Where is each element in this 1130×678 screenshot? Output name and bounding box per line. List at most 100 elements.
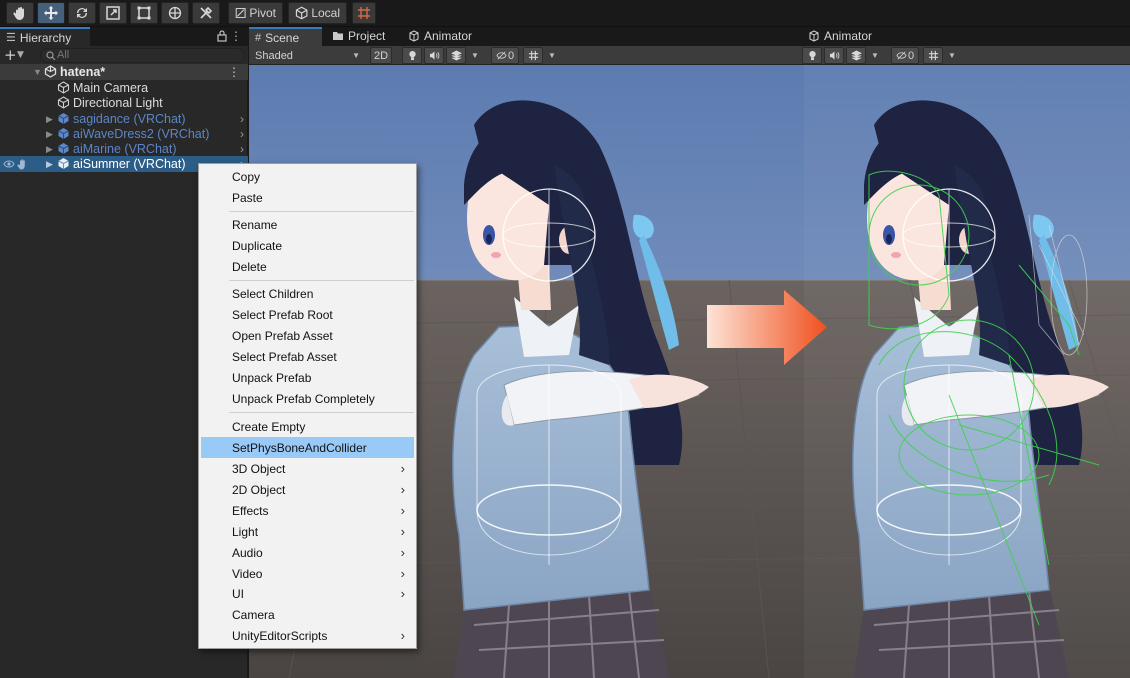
2d-label: 2D (373, 49, 389, 62)
lighting-toggle[interactable] (402, 47, 422, 64)
tab-project[interactable]: Project (326, 27, 394, 45)
chevron-right-icon[interactable]: › (240, 127, 244, 141)
pickable-hand-icon[interactable] (17, 158, 28, 170)
effects-dropdown[interactable]: ▼ (468, 47, 482, 64)
menu-item-label: Paste (232, 190, 263, 205)
menu-item-label: Select Prefab Asset (232, 349, 337, 364)
expand-right-icon[interactable]: ▶ (46, 144, 53, 155)
list-item[interactable]: Main Camera (0, 80, 248, 96)
menu-item-3d-object[interactable]: 3D Object › (201, 458, 414, 479)
tab-project-label: Project (348, 29, 386, 43)
list-icon: ☰ (6, 32, 16, 44)
2d-toggle[interactable]: 2D (370, 47, 392, 64)
chevron-right-icon: › (400, 566, 405, 581)
menu-item-open-prefab-asset[interactable]: Open Prefab Asset (201, 325, 414, 346)
pivot-toggle[interactable]: Pivot (228, 2, 283, 24)
tab-animator[interactable]: Animator (402, 27, 482, 45)
audio-toggle[interactable] (424, 47, 444, 64)
menu-item-select-prefab-asset[interactable]: Select Prefab Asset (201, 346, 414, 367)
hierarchy-search-input[interactable]: All (40, 48, 245, 63)
menu-item-select-children[interactable]: Select Children (201, 283, 414, 304)
scale-icon (106, 6, 120, 20)
menu-item-select-prefab-root[interactable]: Select Prefab Root (201, 304, 414, 325)
shading-mode-dropdown[interactable]: Shaded ▼ (253, 47, 363, 64)
menu-item-rename[interactable]: Rename (201, 214, 414, 235)
hidden-objects-toggle[interactable]: 0 (891, 47, 919, 64)
expand-down-icon[interactable]: ▼ (33, 67, 42, 77)
menu-item-label: Duplicate (232, 238, 283, 253)
move-tool-button[interactable] (37, 2, 65, 24)
snap-grid-icon (358, 7, 370, 19)
menu-item-label: UnityEditorScripts (232, 628, 328, 643)
snap-grid-button[interactable] (352, 2, 376, 24)
tab-scene[interactable]: # Scene (249, 27, 322, 46)
menu-item-light[interactable]: Light › (201, 521, 414, 542)
menu-item-audio[interactable]: Audio › (201, 542, 414, 563)
list-item[interactable]: ▶ aiMarine (VRChat) › (0, 141, 248, 157)
list-item[interactable]: ▶ sagidance (VRChat) › (0, 111, 248, 127)
rotate-tool-button[interactable] (68, 2, 96, 24)
scene-toolbar: Shaded ▼ 2D ▼ 0 ▼ ▼ 0 ▼ (249, 46, 1130, 65)
chevron-right-icon[interactable]: › (240, 112, 244, 126)
transform-tool-button[interactable] (161, 2, 189, 24)
grid-icon (928, 50, 938, 61)
menu-separator (229, 412, 414, 413)
grid-toggle[interactable] (923, 47, 943, 64)
pivot-icon (235, 8, 246, 18)
scene-menu-icon[interactable]: ⋮ (228, 65, 240, 79)
grid-dropdown[interactable]: ▼ (545, 47, 559, 64)
menu-item-delete[interactable]: Delete (201, 256, 414, 277)
grid-toggle[interactable] (523, 47, 543, 64)
scale-tool-button[interactable] (99, 2, 127, 24)
chevron-right-icon: › (400, 503, 405, 518)
menu-item-video[interactable]: Video › (201, 563, 414, 584)
expand-right-icon[interactable]: ▶ (46, 159, 53, 170)
add-icon[interactable]: + (4, 47, 17, 63)
custom-tool-button[interactable] (192, 2, 220, 24)
eye-slash-icon (896, 51, 907, 60)
item-label: sagidance (VRChat) (73, 112, 186, 126)
menu-item-paste[interactable]: Paste (201, 187, 414, 208)
effects-toggle[interactable] (846, 47, 866, 64)
item-label: aiWaveDress2 (VRChat) (73, 127, 210, 141)
rect-tool-button[interactable] (130, 2, 158, 24)
chevron-right-icon: › (400, 461, 405, 476)
menu-item-unpack-prefab[interactable]: Unpack Prefab (201, 367, 414, 388)
tab-hierarchy[interactable]: ☰ Hierarchy (0, 27, 90, 46)
menu-item-label: Video (232, 566, 263, 581)
menu-item-copy[interactable]: Copy (201, 166, 414, 187)
expand-right-icon[interactable]: ▶ (46, 129, 53, 140)
search-icon (46, 51, 56, 61)
menu-item-setphysboneandcollider[interactable]: SetPhysBoneAndCollider (201, 437, 414, 458)
menu-item-create-empty[interactable]: Create Empty (201, 416, 414, 437)
chevron-right-icon[interactable]: › (240, 142, 244, 156)
hidden-objects-toggle[interactable]: 0 (491, 47, 519, 64)
menu-item-effects[interactable]: Effects › (201, 500, 414, 521)
list-item[interactable]: Directional Light (0, 95, 248, 111)
audio-toggle[interactable] (824, 47, 844, 64)
menu-item-unityeditorscripts[interactable]: UnityEditorScripts › (201, 625, 414, 646)
scene-row[interactable]: ▼ hatena* ⋮ (0, 64, 248, 80)
effects-dropdown[interactable]: ▼ (868, 47, 882, 64)
scene-name: hatena* (60, 65, 106, 79)
expand-right-icon[interactable]: ▶ (46, 114, 53, 125)
panel-menu-icon[interactable]: ⋮ (230, 29, 242, 43)
lighting-toggle[interactable] (802, 47, 822, 64)
menu-item-2d-object[interactable]: 2D Object › (201, 479, 414, 500)
tab-animator-right[interactable]: Animator (802, 27, 887, 45)
local-toggle[interactable]: Local (288, 2, 347, 24)
visibility-eye-icon[interactable] (3, 159, 15, 169)
effects-toggle[interactable] (446, 47, 466, 64)
list-item[interactable]: ▶ aiWaveDress2 (VRChat) › (0, 126, 248, 142)
menu-item-duplicate[interactable]: Duplicate (201, 235, 414, 256)
gameobject-icon (57, 81, 70, 94)
grid-dropdown[interactable]: ▼ (945, 47, 959, 64)
chevron-down-icon[interactable]: ▼ (17, 47, 24, 63)
tab-scene-label: Scene (265, 30, 300, 45)
menu-item-ui[interactable]: UI › (201, 583, 414, 604)
menu-separator (229, 280, 414, 281)
menu-item-camera[interactable]: Camera (201, 604, 414, 625)
menu-item-unpack-prefab-completely[interactable]: Unpack Prefab Completely (201, 388, 414, 409)
lock-icon[interactable] (216, 29, 228, 43)
hand-tool-button[interactable] (6, 2, 34, 24)
